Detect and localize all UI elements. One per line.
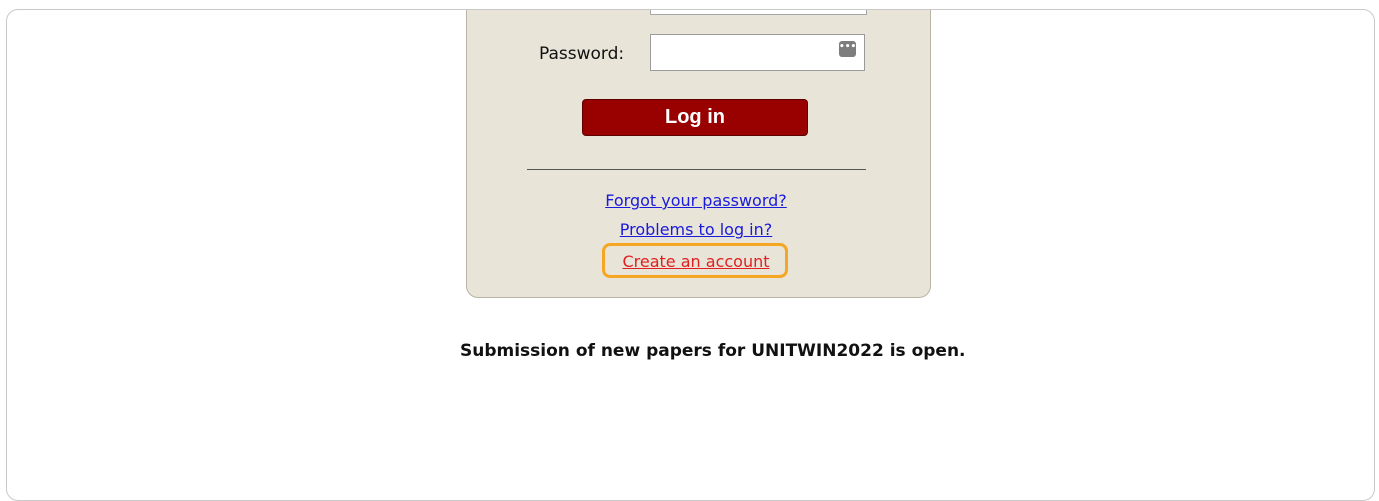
problems-login-link[interactable]: Problems to log in?	[467, 220, 925, 240]
divider	[527, 169, 866, 170]
password-label: Password:	[539, 44, 625, 64]
password-input[interactable]	[650, 34, 865, 71]
username-field[interactable]	[650, 10, 867, 15]
login-button[interactable]: Log in	[582, 99, 808, 136]
password-manager-icon[interactable]: •••	[839, 41, 856, 57]
create-account-link[interactable]: Create an account	[467, 252, 925, 272]
forgot-password-link[interactable]: Forgot your password?	[467, 191, 925, 211]
browser-viewport: Password: ••• Log in Forgot your passwor…	[6, 9, 1375, 501]
login-panel: Password: ••• Log in Forgot your passwor…	[466, 10, 931, 298]
submission-notice: Submission of new papers for UNITWIN2022…	[460, 341, 966, 361]
